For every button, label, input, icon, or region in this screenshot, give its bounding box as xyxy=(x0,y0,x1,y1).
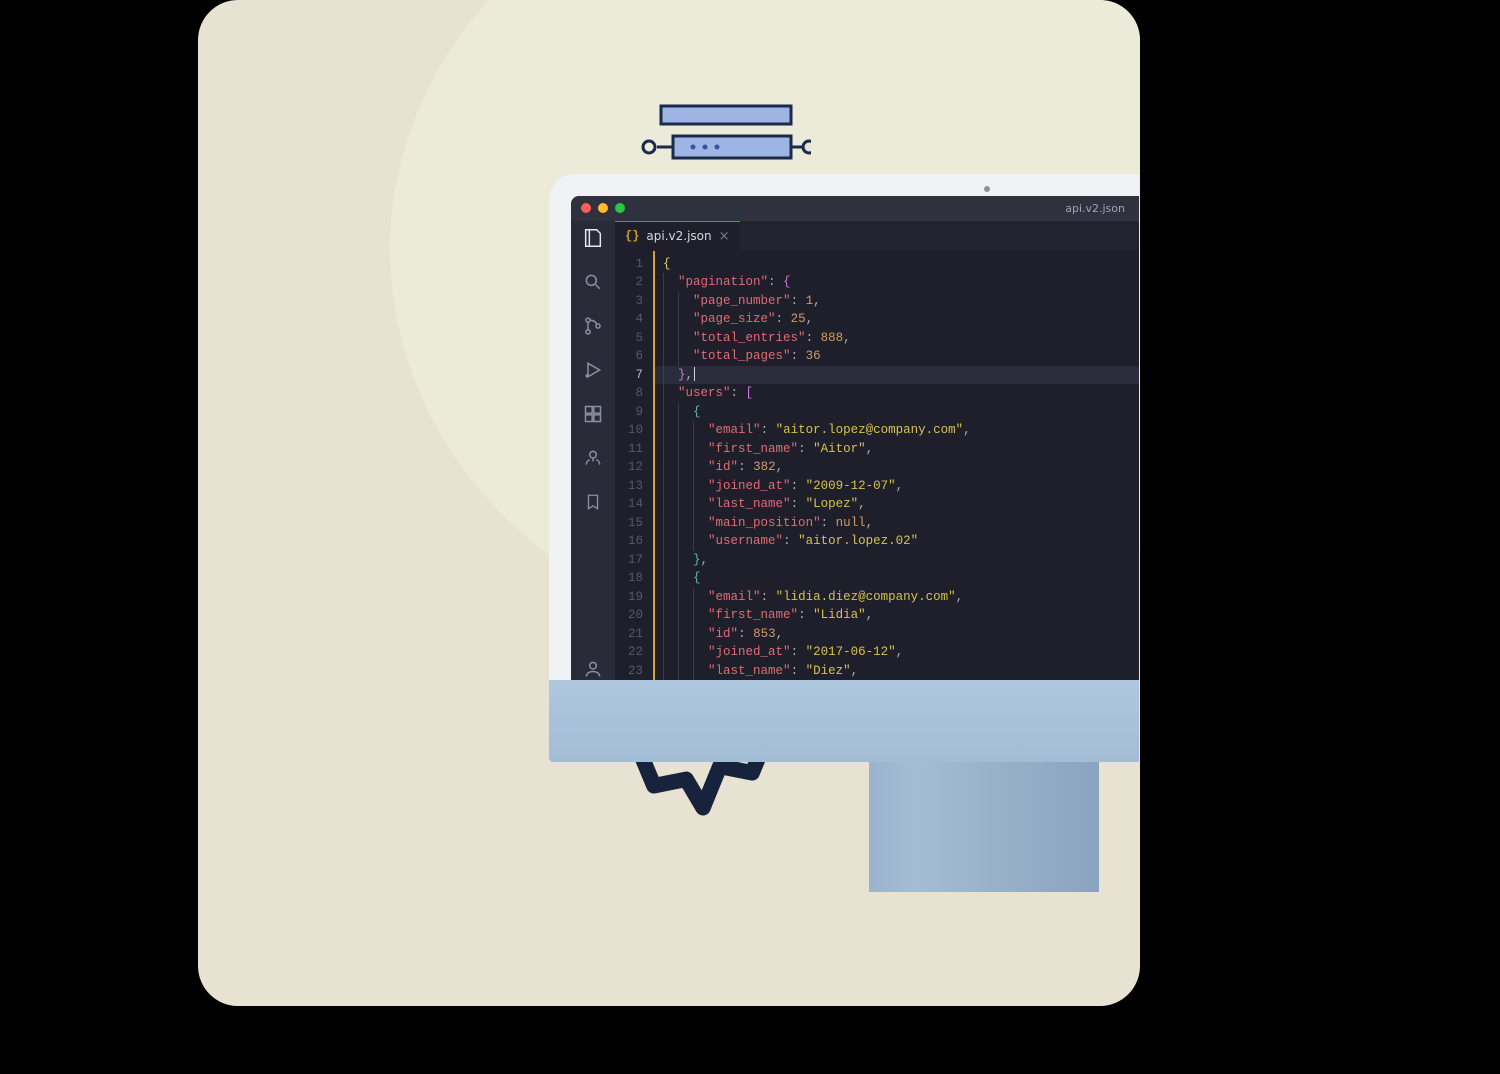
titlebar: api.v2.json xyxy=(571,196,1139,221)
tab-bar: {} api.v2.json × xyxy=(615,221,1139,251)
maximize-window-button[interactable] xyxy=(615,203,625,213)
editor-text-area[interactable]: 123456789101112131415161718192021222324 … xyxy=(615,251,1139,680)
source-control-icon[interactable] xyxy=(582,315,604,337)
search-icon[interactable] xyxy=(582,271,604,293)
close-window-button[interactable] xyxy=(581,203,591,213)
run-debug-icon[interactable] xyxy=(582,359,604,381)
camera-dot xyxy=(984,186,990,192)
bookmarks-icon[interactable] xyxy=(582,491,604,513)
code-content: { "pagination": { "page_number": 1, "pag… xyxy=(653,251,1139,680)
explorer-icon[interactable] xyxy=(582,227,604,249)
activity-bar xyxy=(571,221,615,680)
code-editor-window: api.v2.json xyxy=(571,196,1139,680)
tab-label: api.v2.json xyxy=(646,229,711,243)
json-file-icon: {} xyxy=(625,229,639,243)
imac-bezel: api.v2.json xyxy=(549,174,1139,680)
window-title: api.v2.json xyxy=(1065,202,1125,215)
remote-icon[interactable] xyxy=(582,447,604,469)
extensions-icon[interactable] xyxy=(582,403,604,425)
line-number-gutter: 123456789101112131415161718192021222324 xyxy=(615,251,653,680)
imac-device: api.v2.json xyxy=(549,174,1149,1074)
tab-api-v2-json[interactable]: {} api.v2.json × xyxy=(615,221,740,251)
close-tab-button[interactable]: × xyxy=(719,229,730,244)
imac-chin xyxy=(549,680,1139,762)
window-controls xyxy=(581,203,625,213)
imac-stand xyxy=(869,762,1099,892)
minimize-window-button[interactable] xyxy=(598,203,608,213)
account-icon[interactable] xyxy=(582,658,604,680)
